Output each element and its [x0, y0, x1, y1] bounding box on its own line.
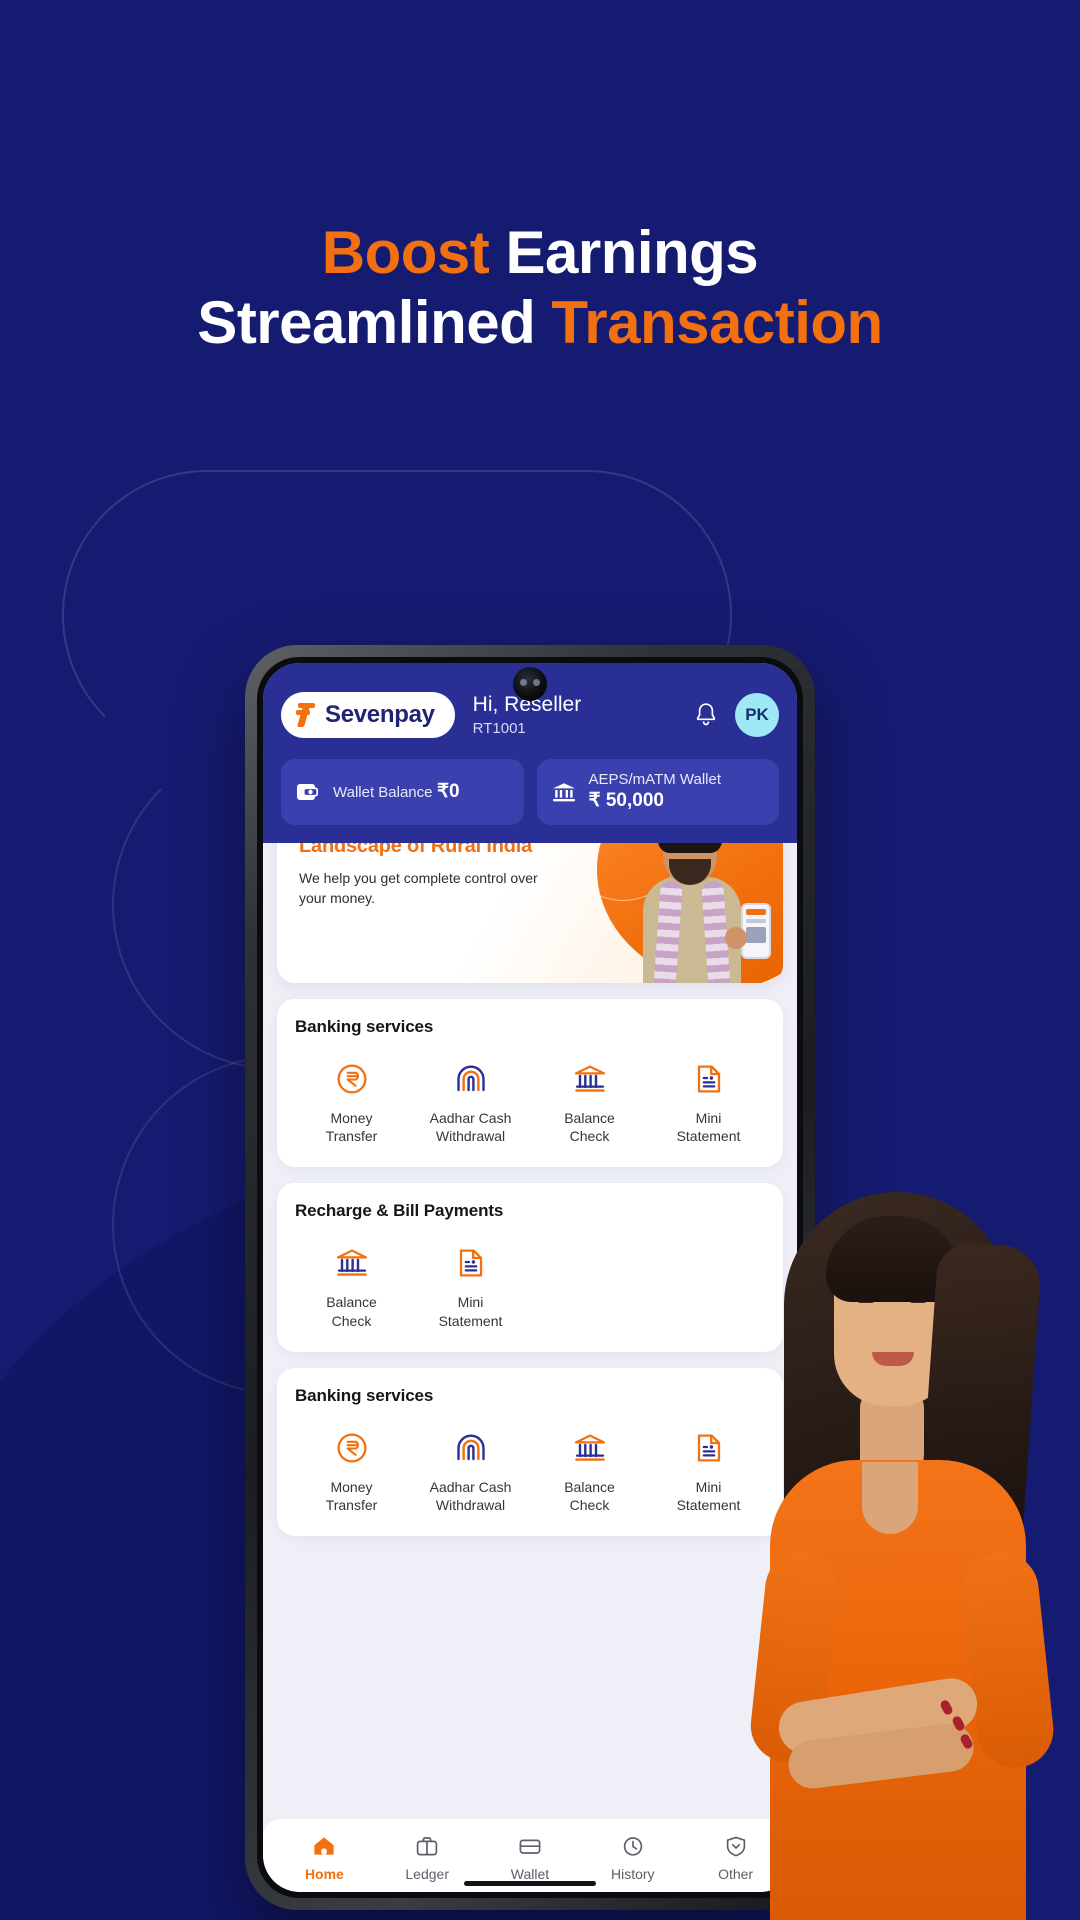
hero-headline-accent-2: Transaction	[551, 288, 883, 356]
aeps-wallet-amount: ₹ 50,000	[588, 790, 664, 811]
hero-headline-accent-1: Boost	[321, 219, 490, 286]
ledger-icon	[414, 1833, 440, 1859]
card-icon	[517, 1833, 543, 1859]
rupee-circle-icon	[332, 1059, 372, 1099]
aeps-wallet-text: AEPS/mATM Wallet ₹ 50,000	[589, 771, 768, 812]
section-title: Banking services	[295, 1385, 434, 1405]
document-icon	[689, 1428, 729, 1468]
nav-label: Ledger	[405, 1866, 449, 1882]
promo-banner[interactable]: Redefining The Financial Landscape of Ru…	[277, 843, 783, 983]
aeps-wallet-label: AEPS/mATM Wallet	[588, 771, 722, 788]
brand-name: Sevenpay	[325, 701, 435, 728]
hero-headline-plain-2: Streamlined	[197, 288, 552, 356]
service-item-balance-check[interactable]: Balance Check	[295, 1243, 408, 1329]
service-label: Mini Statement	[676, 1110, 741, 1145]
bottom-navigation: Home Ledger Wallet History Other	[263, 1819, 797, 1892]
promo-subtitle: We help you get complete control over yo…	[299, 870, 538, 907]
service-item-money-transfer[interactable]: Money Transfer	[295, 1059, 408, 1145]
sevenpay-logo-icon	[295, 702, 317, 728]
nav-label: Wallet	[510, 1866, 550, 1882]
wallet-balance-card[interactable]: Wallet Balance ₹0	[281, 759, 524, 825]
nav-item-home[interactable]: Home	[273, 1833, 376, 1882]
nav-item-ledger[interactable]: Ledger	[376, 1833, 479, 1882]
home-indicator	[464, 1881, 596, 1886]
service-item-aadhar-cash-withdrawal[interactable]: Aadhar Cash Withdrawal	[414, 1428, 527, 1514]
user-id-text: RT1001	[472, 719, 526, 737]
hero-headline-line-1: Boost Earnings	[0, 218, 1080, 288]
bank-icon	[570, 1428, 610, 1468]
clock-icon	[620, 1833, 646, 1859]
bank-icon	[570, 1059, 610, 1099]
document-icon	[451, 1243, 491, 1283]
service-item-mini-statement[interactable]: Mini Statement	[652, 1428, 765, 1514]
service-label: Money Transfer	[325, 1478, 378, 1513]
hero-headline-line-2: Streamlined Transaction	[0, 288, 1080, 358]
service-label: Mini Statement	[676, 1478, 741, 1513]
greeting-block: Hi, Reseller RT1001	[467, 693, 677, 736]
phone-screen: Sevenpay Hi, Reseller RT1001 PK Wallet B…	[263, 663, 797, 1892]
section-title: Recharge & Bill Payments	[295, 1201, 504, 1221]
nav-item-wallet[interactable]: Wallet	[479, 1833, 582, 1882]
nav-item-other[interactable]: Other	[684, 1833, 787, 1882]
aeps-wallet-card[interactable]: AEPS/mATM Wallet ₹ 50,000	[536, 759, 779, 825]
greeting-text: Hi, Reseller	[472, 693, 582, 717]
phone-bezel: Sevenpay Hi, Reseller RT1001 PK Wallet B…	[257, 657, 803, 1898]
service-item-money-transfer[interactable]: Money Transfer	[295, 1428, 408, 1514]
service-item-balance-check[interactable]: Balance Check	[533, 1428, 646, 1514]
promo-screenshot: Boost Earnings Streamlined Transaction S…	[0, 0, 1080, 1920]
section-title: Banking services	[295, 1017, 434, 1036]
home-icon	[311, 1833, 337, 1859]
phone-mockup: Sevenpay Hi, Reseller RT1001 PK Wallet B…	[245, 645, 815, 1910]
nav-label: History	[611, 1866, 655, 1882]
nav-label: Home	[304, 1866, 344, 1882]
wallet-balance-amount: ₹0	[436, 781, 460, 802]
service-label: Balance Check	[564, 1478, 615, 1513]
service-label: Balance Check	[326, 1294, 377, 1329]
app-content: Redefining The Financial Landscape of Ru…	[263, 843, 797, 1819]
promo-text: Redefining The Financial Landscape of Ru…	[277, 843, 783, 909]
service-label: Mini Statement	[438, 1294, 503, 1329]
wallet-balance-text: Wallet Balance ₹0	[333, 780, 460, 803]
service-label: Money Transfer	[325, 1110, 378, 1145]
service-grid: Money Transfer Aadhar Cash Withdrawal Ba…	[295, 1428, 765, 1514]
service-item-aadhar-cash-withdrawal[interactable]: Aadhar Cash Withdrawal	[414, 1059, 527, 1145]
promo-title-orange: Landscape of Rural India	[299, 843, 533, 857]
brand-logo[interactable]: Sevenpay	[281, 692, 455, 738]
service-card-banking-1: Banking services Money Transfer Aadhar C…	[277, 999, 783, 1168]
wallet-cards: Wallet Balance ₹0 AEPS/mATM Wallet ₹ 50,…	[281, 759, 779, 825]
wallet-icon	[293, 777, 323, 807]
avatar[interactable]: PK	[735, 693, 779, 737]
front-camera-icon	[513, 667, 547, 701]
service-card-recharge: Recharge & Bill Payments Balance Check M…	[277, 1183, 783, 1352]
rupee-circle-icon	[332, 1428, 372, 1468]
document-icon	[689, 1059, 729, 1099]
service-label: Aadhar Cash Withdrawal	[429, 1478, 512, 1513]
nav-item-history[interactable]: History	[581, 1833, 684, 1882]
bell-icon[interactable]	[689, 698, 723, 732]
fingerprint-aadhar-icon	[451, 1428, 491, 1468]
service-item-mini-statement[interactable]: Mini Statement	[652, 1059, 765, 1145]
shield-chevron-icon	[723, 1833, 749, 1859]
service-grid: Balance Check Mini Statement	[295, 1243, 765, 1329]
avatar-initials: PK	[745, 705, 769, 724]
nav-label: Other	[718, 1866, 754, 1882]
bank-icon	[549, 777, 579, 807]
service-label: Aadhar Cash Withdrawal	[429, 1110, 512, 1145]
fingerprint-aadhar-icon	[451, 1059, 491, 1099]
service-grid: Money Transfer Aadhar Cash Withdrawal Ba…	[295, 1059, 765, 1145]
service-card-banking-2: Banking services Money Transfer Aadhar C…	[277, 1367, 783, 1537]
bank-icon	[332, 1243, 372, 1283]
service-label: Balance Check	[564, 1110, 615, 1145]
service-item-mini-statement[interactable]: Mini Statement	[414, 1243, 527, 1329]
hero-headline: Boost Earnings Streamlined Transaction	[0, 218, 1080, 357]
service-item-balance-check[interactable]: Balance Check	[533, 1059, 646, 1145]
hero-headline-plain-1: Earnings	[489, 219, 759, 286]
wallet-balance-label: Wallet Balance	[333, 784, 433, 801]
